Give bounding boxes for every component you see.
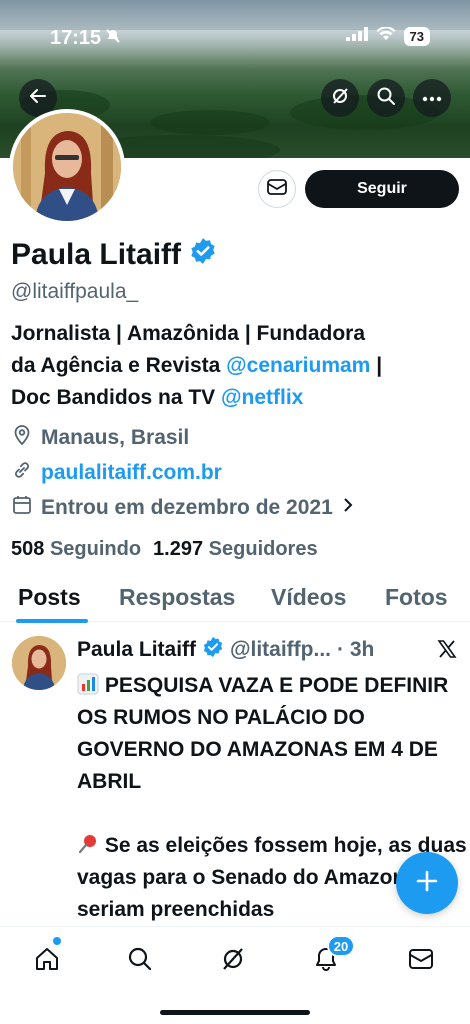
profile-bio: Jornalista | Amazônida | Fundadora da Ag… — [11, 318, 461, 414]
wifi-icon — [376, 26, 396, 46]
profile-name: Paula Litaiff — [11, 237, 217, 273]
mention-netflix-link[interactable]: @netflix — [221, 386, 303, 409]
message-button[interactable] — [258, 170, 296, 208]
tab-posts[interactable]: Posts — [18, 584, 81, 611]
battery-indicator: 73 — [403, 27, 430, 46]
grok-button[interactable] — [321, 79, 359, 117]
profile-stats: 508 Seguindo 1.297 Seguidores — [11, 538, 318, 561]
website-link[interactable]: paulalitaiff.com.br — [41, 461, 222, 485]
home-icon — [34, 946, 60, 977]
nav-search[interactable] — [120, 941, 160, 981]
verified-badge-icon — [202, 636, 224, 664]
profile-tabs: Posts Respostas Vídeos Fotos — [0, 578, 470, 623]
tweet-paragraph-1-text: PESQUISA VAZA E PODE DEFINIR OS RUMOS NO… — [77, 674, 449, 793]
location-text: Manaus, Brasil — [41, 426, 190, 449]
bio-line-1: Jornalista | Amazônida | Fundadora — [11, 322, 366, 345]
x-logo-icon — [437, 639, 457, 664]
message-icon — [267, 178, 287, 200]
followers-label: Seguidores — [208, 538, 318, 560]
tab-fotos[interactable]: Fotos — [385, 584, 448, 611]
profile-website: paulalitaiff.com.br — [11, 459, 222, 487]
bio-text: | — [370, 354, 383, 377]
bio-text: Doc Bandidos na TV — [11, 386, 222, 409]
chart-emoji-icon — [77, 673, 99, 697]
notifications-badge: 20 — [327, 935, 355, 957]
banner-texture — [150, 110, 270, 135]
search-icon — [376, 86, 396, 111]
bio-text: da Agência e Revista — [11, 354, 227, 377]
tweet-text[interactable]: PESQUISA VAZA E PODE DEFINIR OS RUMOS NO… — [77, 670, 467, 958]
grok-icon — [220, 946, 246, 977]
profile-joined[interactable]: Entrou em dezembro de 2021 — [11, 494, 355, 522]
followers-count: 1.297 — [153, 538, 204, 560]
tweet-time: · 3h — [337, 638, 375, 661]
home-unread-dot — [53, 937, 61, 945]
more-button[interactable] — [413, 79, 451, 117]
link-icon — [11, 459, 33, 487]
compose-button[interactable] — [396, 852, 458, 914]
tab-videos[interactable]: Vídeos — [271, 584, 346, 611]
plus-icon — [415, 869, 439, 898]
following-stat[interactable]: 508 Seguindo — [11, 538, 141, 561]
grok-icon — [330, 86, 350, 111]
pushpin-emoji-icon — [77, 834, 99, 857]
tweet-author-name[interactable]: Paula Litaiff — [77, 638, 196, 662]
more-icon — [422, 89, 442, 107]
status-time: 17:15 — [50, 27, 102, 49]
avatar-photo — [13, 113, 121, 221]
profile-name-text: Paula Litaiff — [11, 238, 182, 271]
verified-badge-icon[interactable] — [189, 237, 217, 273]
profile-location: Manaus, Brasil — [11, 424, 189, 452]
follow-button[interactable]: Seguir — [305, 170, 459, 208]
bio-line-3: Doc Bandidos na TV @netflix — [11, 382, 461, 414]
bio-line-2: da Agência e Revista @cenariumam | — [11, 350, 461, 382]
back-arrow-icon — [29, 87, 47, 110]
tab-respostas[interactable]: Respostas — [119, 584, 235, 611]
bell-mute-icon — [105, 27, 121, 50]
joined-text: Entrou em dezembro de 2021 — [41, 496, 333, 519]
location-pin-icon — [11, 424, 33, 452]
profile-handle: @litaiffpaula_ — [11, 280, 139, 303]
tweet-avatar[interactable] — [12, 636, 66, 690]
search-icon — [127, 946, 153, 977]
message-icon — [408, 948, 434, 975]
status-time-group: 17:15 — [50, 27, 121, 50]
signal-icon — [345, 27, 368, 46]
profile-avatar[interactable] — [9, 109, 125, 225]
followers-stat[interactable]: 1.297 Seguidores — [153, 538, 318, 561]
active-tab-indicator — [16, 619, 88, 623]
status-right: 73 — [345, 26, 430, 46]
calendar-icon — [11, 494, 33, 522]
tweet-author-handle[interactable]: @litaiffp... — [230, 638, 331, 662]
tweet-paragraph-1: PESQUISA VAZA E PODE DEFINIR OS RUMOS NO… — [77, 670, 467, 798]
search-button[interactable] — [367, 79, 405, 117]
nav-grok[interactable] — [213, 941, 253, 981]
nav-messages[interactable] — [401, 941, 441, 981]
following-count: 508 — [11, 538, 45, 560]
home-indicator — [160, 1010, 310, 1015]
chevron-right-icon — [341, 496, 355, 520]
status-bar: 17:15 73 — [0, 0, 470, 74]
mention-cenariumam-link[interactable]: @cenariumam — [226, 354, 370, 377]
following-label: Seguindo — [49, 538, 142, 560]
tweet-header: Paula Litaiff @litaiffp... · 3h — [77, 636, 374, 664]
nav-home[interactable] — [27, 941, 67, 981]
